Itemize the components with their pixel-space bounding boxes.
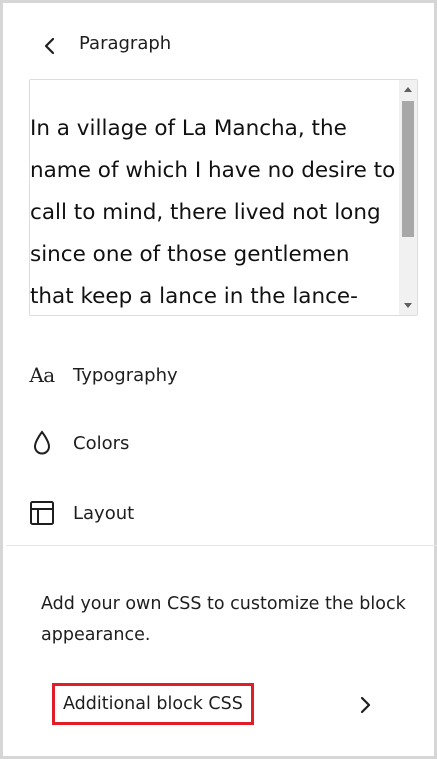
scroll-down-button[interactable] (399, 297, 417, 315)
back-button[interactable] (34, 30, 66, 62)
menu-item-label: Colors (73, 432, 130, 454)
triangle-down-icon (404, 303, 412, 308)
page-title: Paragraph (79, 33, 172, 54)
css-description: Add your own CSS to customize the block … (41, 594, 406, 645)
menu-item-layout[interactable]: Layout (25, 493, 415, 533)
triangle-up-icon (404, 87, 412, 92)
layout-icon (25, 496, 59, 530)
additional-css-button[interactable]: Additional block CSS (25, 681, 405, 729)
preview-line: since one of those gentlemen (30, 242, 350, 267)
chevron-left-icon (44, 37, 55, 55)
block-settings-panel: Paragraph In a village of La Mancha, the… (0, 0, 437, 759)
droplet-icon (25, 426, 59, 460)
scroll-thumb[interactable] (402, 101, 414, 237)
preview-line: In a village of La Mancha, the (30, 116, 347, 141)
menu-item-label: Layout (73, 502, 135, 524)
preview-line: name of which I have no desire to (30, 158, 396, 183)
menu-item-colors[interactable]: Colors (25, 423, 415, 463)
additional-css-label: Additional block CSS (52, 683, 254, 725)
panel-header: Paragraph (6, 6, 437, 78)
menu-item-typography[interactable]: Aa Typography (25, 355, 415, 395)
typography-icon: Aa (29, 363, 55, 387)
preview-line: that keep a lance in the lance- (30, 284, 358, 309)
preview-text: In a village of La Mancha, the name of w… (30, 108, 400, 315)
scroll-up-button[interactable] (399, 80, 417, 98)
chevron-right-icon (353, 693, 377, 717)
divider (6, 545, 437, 546)
menu-item-label: Typography (73, 364, 178, 386)
block-preview[interactable]: In a village of La Mancha, the name of w… (29, 79, 418, 316)
preview-line: call to mind, there lived not long (30, 200, 381, 225)
preview-scrollbar[interactable] (399, 80, 417, 315)
